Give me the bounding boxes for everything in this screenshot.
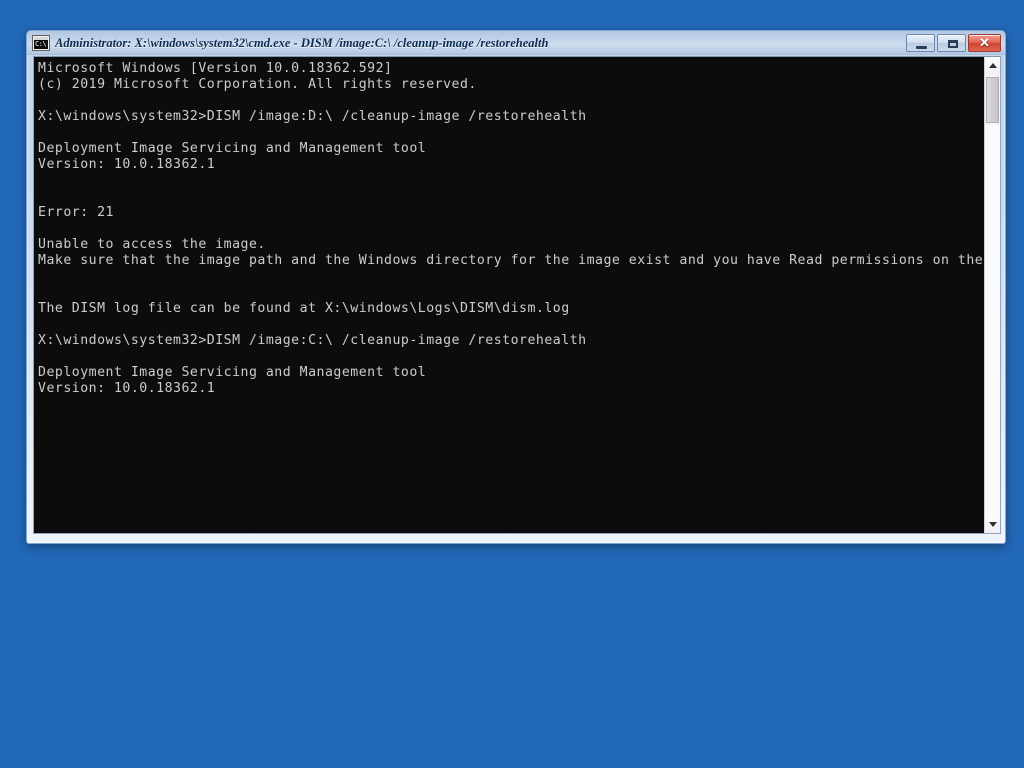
console-output[interactable]: Microsoft Windows [Version 10.0.18362.59…: [34, 57, 984, 533]
console-line: Deployment Image Servicing and Managemen…: [38, 365, 427, 380]
scroll-down-arrow-icon[interactable]: [985, 516, 1000, 533]
scrollbar-thumb[interactable]: [986, 77, 999, 123]
window-title-bar[interactable]: C:\ Administrator: X:\windows\system32\c…: [27, 31, 1005, 55]
maximize-button[interactable]: [937, 34, 966, 52]
minimize-icon: [916, 46, 927, 49]
minimize-button[interactable]: [906, 34, 935, 52]
console-line: Version: 10.0.18362.1: [38, 381, 216, 396]
cmd-prompt-icon: C:\: [33, 36, 49, 50]
console-line: The DISM log file can be found at X:\win…: [38, 301, 570, 316]
scrollbar-track[interactable]: [985, 125, 1000, 516]
window-controls: ✕: [906, 34, 1001, 52]
command-prompt-window[interactable]: C:\ Administrator: X:\windows\system32\c…: [26, 30, 1006, 544]
console-line: Microsoft Windows [Version 10.0.18362.59…: [38, 61, 393, 76]
console-line: Error: 21: [38, 205, 114, 220]
window-title: Administrator: X:\windows\system32\cmd.e…: [55, 35, 549, 50]
close-button[interactable]: ✕: [968, 34, 1001, 52]
console-scrollbar[interactable]: [984, 57, 1000, 533]
maximize-icon: [948, 40, 958, 48]
scroll-up-arrow-icon[interactable]: [985, 57, 1000, 74]
console-client-area: Microsoft Windows [Version 10.0.18362.59…: [33, 56, 1001, 534]
console-line: X:\windows\system32>DISM /image:D:\ /cle…: [38, 109, 587, 124]
close-icon: ✕: [979, 35, 990, 50]
console-line: Deployment Image Servicing and Managemen…: [38, 141, 427, 156]
console-line: Version: 10.0.18362.1: [38, 157, 216, 172]
cmd-icon-text: C:\: [35, 40, 47, 48]
console-line: X:\windows\system32>DISM /image:C:\ /cle…: [38, 333, 587, 348]
console-line: (c) 2019 Microsoft Corporation. All righ…: [38, 77, 477, 92]
console-line: Make sure that the image path and the Wi…: [38, 253, 984, 268]
console-line: Unable to access the image.: [38, 237, 266, 252]
